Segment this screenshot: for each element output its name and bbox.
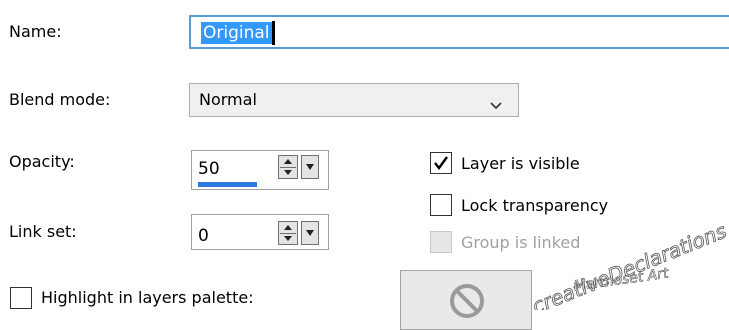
link-set-label: Link set:: [9, 222, 77, 241]
opacity-label: Opacity:: [9, 152, 75, 171]
blend-mode-value: Normal: [199, 90, 257, 109]
opacity-level-fill: [198, 182, 257, 187]
link-set-spinner[interactable]: 0: [191, 214, 329, 250]
opacity-spinner[interactable]: 50: [191, 150, 329, 190]
opacity-level-bar: [198, 182, 316, 187]
lock-transparency-checkbox[interactable]: [430, 194, 452, 216]
group-linked-checkbox: [430, 231, 452, 253]
name-label: Name:: [9, 22, 62, 41]
spin-arrows-icon[interactable]: [278, 221, 298, 245]
prohibited-icon: [450, 284, 484, 318]
triangle-down-icon[interactable]: [301, 155, 319, 179]
layer-visible-label[interactable]: Layer is visible: [461, 154, 580, 174]
text-caret: [272, 21, 275, 45]
blend-mode-select[interactable]: Normal: [189, 83, 519, 117]
name-input[interactable]: Original: [189, 15, 729, 49]
checkmark-icon: [434, 156, 448, 170]
watermark-line1: creativeDeclarations: [529, 219, 729, 310]
highlight-label[interactable]: Highlight in layers palette:: [41, 288, 254, 308]
layer-visible-checkbox[interactable]: [430, 152, 452, 174]
opacity-value: 50: [198, 159, 220, 179]
watermark: creativeDeclarations Marmoset Art: [528, 218, 729, 310]
blend-mode-label: Blend mode:: [9, 90, 111, 109]
name-input-value: Original: [201, 22, 272, 44]
spin-arrows-icon[interactable]: [278, 155, 298, 179]
chevron-down-icon: [490, 95, 502, 114]
highlight-checkbox[interactable]: [10, 287, 32, 309]
triangle-down-icon[interactable]: [301, 221, 319, 245]
link-set-value: 0: [198, 226, 209, 246]
